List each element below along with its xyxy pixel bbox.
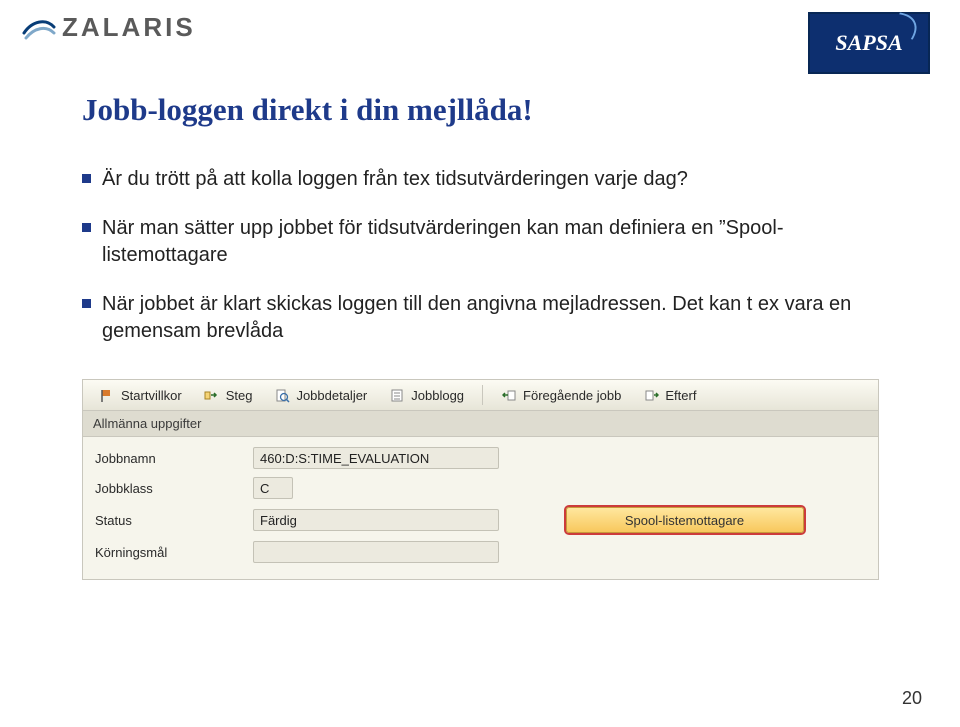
row-jobbnamn: Jobbnamn 460:D:S:TIME_EVALUATION <box>91 443 870 473</box>
toolbar-startvillkor[interactable]: Startvillkor <box>89 384 192 406</box>
field-korningsmal[interactable] <box>253 541 499 563</box>
sap-form: Jobbnamn 460:D:S:TIME_EVALUATION Jobbkla… <box>83 437 878 579</box>
toolbar-label: Steg <box>226 388 253 403</box>
list-item: När man sätter upp jobbet för tidsutvärd… <box>82 215 878 269</box>
label-jobbklass: Jobbklass <box>91 481 253 496</box>
toolbar-efterf[interactable]: Efterf <box>633 384 706 406</box>
step-icon <box>204 387 220 403</box>
sapsa-text: SAPSA <box>835 30 902 56</box>
sap-section-header: Allmänna uppgifter <box>83 411 878 437</box>
field-jobbklass[interactable]: C <box>253 477 293 499</box>
toolbar-label: Föregående jobb <box>523 388 621 403</box>
field-jobbnamn[interactable]: 460:D:S:TIME_EVALUATION <box>253 447 499 469</box>
row-status: Status Färdig Spool-listemottagare <box>91 503 870 537</box>
toolbar-label: Jobblogg <box>411 388 464 403</box>
list-item: Är du trött på att kolla loggen från tex… <box>82 166 878 193</box>
toolbar-foregaende-jobb[interactable]: Föregående jobb <box>491 384 631 406</box>
sapsa-badge: SAPSA <box>808 12 930 74</box>
zalaris-logo: ZALARIS <box>22 12 196 43</box>
bullet-list: Är du trött på att kolla loggen från tex… <box>82 166 878 345</box>
prev-icon <box>501 387 517 403</box>
toolbar-separator <box>482 385 483 405</box>
page-title: Jobb-loggen direkt i din mejllåda! <box>82 92 878 128</box>
header: ZALARIS SAPSA <box>0 0 960 74</box>
content: Jobb-loggen direkt i din mejllåda! Är du… <box>0 74 960 345</box>
label-korningsmal: Körningsmål <box>91 545 253 560</box>
next-icon <box>643 387 659 403</box>
row-korningsmal: Körningsmål <box>91 537 870 567</box>
detail-icon <box>274 387 290 403</box>
sap-toolbar: Startvillkor Steg Jobbdetaljer Jobblogg <box>83 380 878 411</box>
page-number: 20 <box>902 688 922 709</box>
toolbar-label: Jobbdetaljer <box>296 388 367 403</box>
sap-window: Startvillkor Steg Jobbdetaljer Jobblogg <box>82 379 879 580</box>
toolbar-jobbdetaljer[interactable]: Jobbdetaljer <box>264 384 377 406</box>
label-jobbnamn: Jobbnamn <box>91 451 253 466</box>
label-status: Status <box>91 513 253 528</box>
spool-listemottagare-button[interactable]: Spool-listemottagare <box>566 507 804 533</box>
toolbar-steg[interactable]: Steg <box>194 384 263 406</box>
field-status[interactable]: Färdig <box>253 509 499 531</box>
toolbar-jobblogg[interactable]: Jobblogg <box>379 384 474 406</box>
list-item: När jobbet är klart skickas loggen till … <box>82 291 878 345</box>
toolbar-label: Efterf <box>665 388 696 403</box>
zalaris-text: ZALARIS <box>62 12 196 43</box>
row-jobbklass: Jobbklass C <box>91 473 870 503</box>
log-icon <box>389 387 405 403</box>
flag-icon <box>99 387 115 403</box>
zalaris-swoosh-icon <box>22 13 56 43</box>
toolbar-label: Startvillkor <box>121 388 182 403</box>
